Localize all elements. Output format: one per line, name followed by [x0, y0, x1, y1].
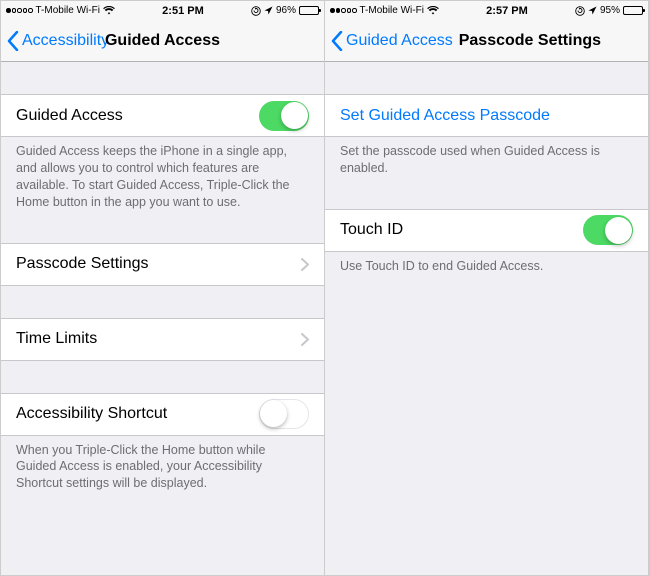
status-bar: T-Mobile Wi-Fi 2:57 PM 95% [325, 1, 648, 20]
wifi-icon [103, 6, 115, 15]
footer-text: When you Triple-Click the Home button wh… [1, 436, 324, 501]
toggle-switch[interactable] [583, 215, 633, 245]
row-label: Guided Access [16, 107, 259, 125]
location-icon [588, 6, 597, 15]
toggle-switch[interactable] [259, 101, 309, 131]
row-label: Set Guided Access Passcode [340, 107, 633, 125]
nav-bar: Accessibility Guided Access [1, 20, 324, 62]
row-label: Time Limits [16, 330, 301, 348]
chevron-left-icon [7, 31, 19, 51]
row-time-limits[interactable]: Time Limits [1, 318, 324, 361]
carrier-label: T-Mobile Wi-Fi [360, 5, 424, 16]
chevron-right-icon [301, 258, 309, 271]
chevron-right-icon [301, 333, 309, 346]
clock: 2:51 PM [162, 5, 204, 17]
signal-dots-icon [330, 8, 357, 13]
settings-list: Guided Access Guided Access keeps the iP… [1, 62, 324, 575]
back-button[interactable]: Accessibility [7, 31, 109, 51]
row-passcode-settings[interactable]: Passcode Settings [1, 243, 324, 286]
row-label: Accessibility Shortcut [16, 405, 259, 423]
settings-list: Set Guided Access Passcode Set the passc… [325, 62, 648, 575]
battery-icon [299, 6, 319, 15]
rotation-lock-icon [575, 6, 585, 16]
page-title: Passcode Settings [459, 32, 642, 50]
row-set-passcode[interactable]: Set Guided Access Passcode [325, 94, 648, 137]
back-label: Guided Access [346, 32, 453, 50]
battery-pct: 96% [276, 5, 296, 16]
row-touch-id-toggle[interactable]: Touch ID [325, 209, 648, 252]
clock: 2:57 PM [486, 5, 528, 17]
footer-text: Use Touch ID to end Guided Access. [325, 252, 648, 283]
row-accessibility-shortcut-toggle[interactable]: Accessibility Shortcut [1, 393, 324, 436]
back-label: Accessibility [22, 32, 109, 50]
rotation-lock-icon [251, 6, 261, 16]
row-guided-access-toggle[interactable]: Guided Access [1, 94, 324, 137]
battery-pct: 95% [600, 5, 620, 16]
battery-icon [623, 6, 643, 15]
toggle-switch[interactable] [259, 399, 309, 429]
nav-bar: Guided Access Passcode Settings [325, 20, 648, 62]
signal-dots-icon [6, 8, 33, 13]
back-button[interactable]: Guided Access [331, 31, 453, 51]
location-icon [264, 6, 273, 15]
footer-text: Set the passcode used when Guided Access… [325, 137, 648, 185]
carrier-label: T-Mobile Wi-Fi [36, 5, 100, 16]
footer-text: Guided Access keeps the iPhone in a sing… [1, 137, 324, 219]
screen-passcode-settings: T-Mobile Wi-Fi 2:57 PM 95% Guided Access… [325, 1, 649, 575]
status-bar: T-Mobile Wi-Fi 2:51 PM 96% [1, 1, 324, 20]
row-label: Touch ID [340, 221, 583, 239]
screen-guided-access: T-Mobile Wi-Fi 2:51 PM 96% Accessibility… [1, 1, 325, 575]
row-label: Passcode Settings [16, 255, 301, 273]
wifi-icon [427, 6, 439, 15]
chevron-left-icon [331, 31, 343, 51]
